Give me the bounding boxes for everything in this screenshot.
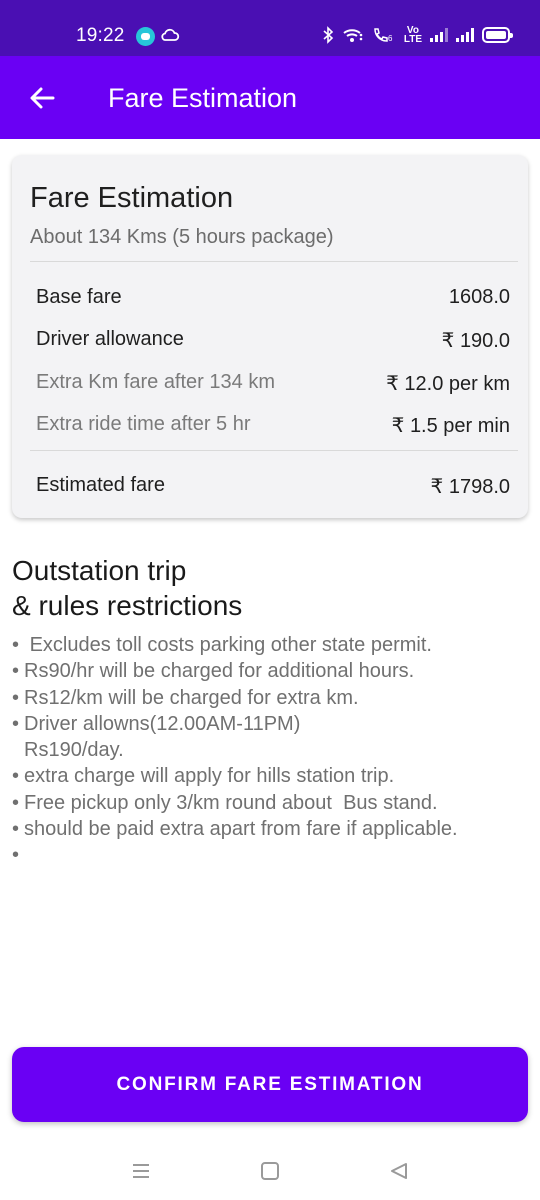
status-icons: 6 Vo LTE xyxy=(322,24,513,46)
status-time: 19:22 xyxy=(76,25,125,46)
recent-apps-button[interactable] xyxy=(126,1156,156,1186)
rule-text: should be paid extra apart from fare if … xyxy=(24,818,458,841)
list-item: • Free pickup only 3/km round about Bus s… xyxy=(12,790,528,816)
rules-heading: Outstation trip & rules restrictions xyxy=(12,553,242,623)
battery-icon xyxy=(482,27,513,43)
home-button[interactable] xyxy=(255,1156,285,1186)
system-nav-bar xyxy=(0,1140,540,1200)
list-item: • Excludes toll costs parking other stat… xyxy=(12,632,528,658)
signal-icon xyxy=(456,28,474,42)
fare-row-driver-allowance: Driver allowance ₹ 190.0 xyxy=(36,328,510,353)
rules-list: • Excludes toll costs parking other stat… xyxy=(12,632,528,869)
fare-row-extra-km: Extra Km fare after 134 km ₹ 12.0 per km xyxy=(36,371,510,396)
fare-row-value: ₹ 12.0 per km xyxy=(386,373,510,395)
rules-heading-line: & rules restrictions xyxy=(12,590,243,621)
status-bar: 19:22 6 Vo LTE xyxy=(0,0,540,56)
fare-row-label: Driver allowance xyxy=(36,328,184,350)
fare-row-value: ₹ 1.5 per min xyxy=(391,415,510,437)
wifi-calling-icon: 6 xyxy=(374,28,393,43)
fare-row-label: Base fare xyxy=(36,286,122,308)
wifi-icon xyxy=(343,29,363,42)
estimated-fare-label: Estimated fare xyxy=(36,474,165,496)
recent-apps-icon xyxy=(133,1164,149,1178)
estimated-fare-value: ₹ 1798.0 xyxy=(430,476,510,498)
list-item: • Rs12/km will be charged for extra km. xyxy=(12,685,528,711)
rule-text: Driver allowns(12.00AM-11PM) Rs190/day. xyxy=(24,712,301,762)
cloud-icon xyxy=(161,28,180,41)
back-triangle-icon xyxy=(391,1163,407,1179)
fare-row-label: Extra Km fare after 134 km xyxy=(36,371,275,393)
rule-text: Rs90/hr will be charged for additional h… xyxy=(24,660,415,683)
rule-text: extra charge will apply for hills statio… xyxy=(24,765,395,788)
home-icon xyxy=(261,1162,279,1180)
fare-row-base: Base fare 1608.0 xyxy=(36,286,510,309)
signal-icon xyxy=(430,28,448,42)
card-subtitle: About 134 Kms (5 hours package) xyxy=(30,226,334,248)
fare-row-extra-time: Extra ride time after 5 hr ₹ 1.5 per min xyxy=(36,413,510,438)
card-title: Fare Estimation xyxy=(30,182,234,214)
list-item: • xyxy=(12,844,20,867)
back-nav-button[interactable] xyxy=(384,1156,414,1186)
arrow-left-icon xyxy=(30,87,55,109)
list-item: • Driver allowns(12.00AM-11PM) Rs190/day. xyxy=(12,711,528,764)
divider xyxy=(30,261,518,262)
rule-text: Rs12/km will be charged for extra km. xyxy=(24,686,359,709)
back-button[interactable] xyxy=(24,80,60,116)
estimated-fare-row: Estimated fare ₹ 1798.0 xyxy=(36,474,510,499)
list-item: • extra charge will apply for hills stati… xyxy=(12,763,528,789)
list-item: • Rs90/hr will be charged for additional … xyxy=(12,658,528,684)
wifi-badge: 6 xyxy=(388,34,393,43)
chat-bubble-icon xyxy=(136,27,155,46)
list-item: • should be paid extra apart from fare if… xyxy=(12,816,528,842)
fare-row-value: 1608.0 xyxy=(448,286,510,308)
fare-row-label: Extra ride time after 5 hr xyxy=(36,413,251,435)
rules-heading-line: Outstation trip xyxy=(12,555,187,586)
page-title: Fare Estimation xyxy=(108,83,298,113)
rule-text: Excludes toll costs parking other state … xyxy=(24,634,432,656)
volte-icon: Vo LTE xyxy=(403,26,422,45)
bluetooth-icon xyxy=(323,26,334,44)
divider xyxy=(30,450,518,451)
fare-estimation-card: Fare Estimation About 134 Kms (5 hours p… xyxy=(12,155,528,518)
rule-text: Free pickup only 3/km round about Bus st… xyxy=(24,791,438,814)
lte-label: LTE xyxy=(403,34,422,45)
fare-row-value: ₹ 190.0 xyxy=(441,330,510,352)
app-bar: Fare Estimation xyxy=(0,56,540,139)
confirm-fare-estimation-button[interactable]: CONFIRM FARE ESTIMATION xyxy=(12,1047,528,1122)
